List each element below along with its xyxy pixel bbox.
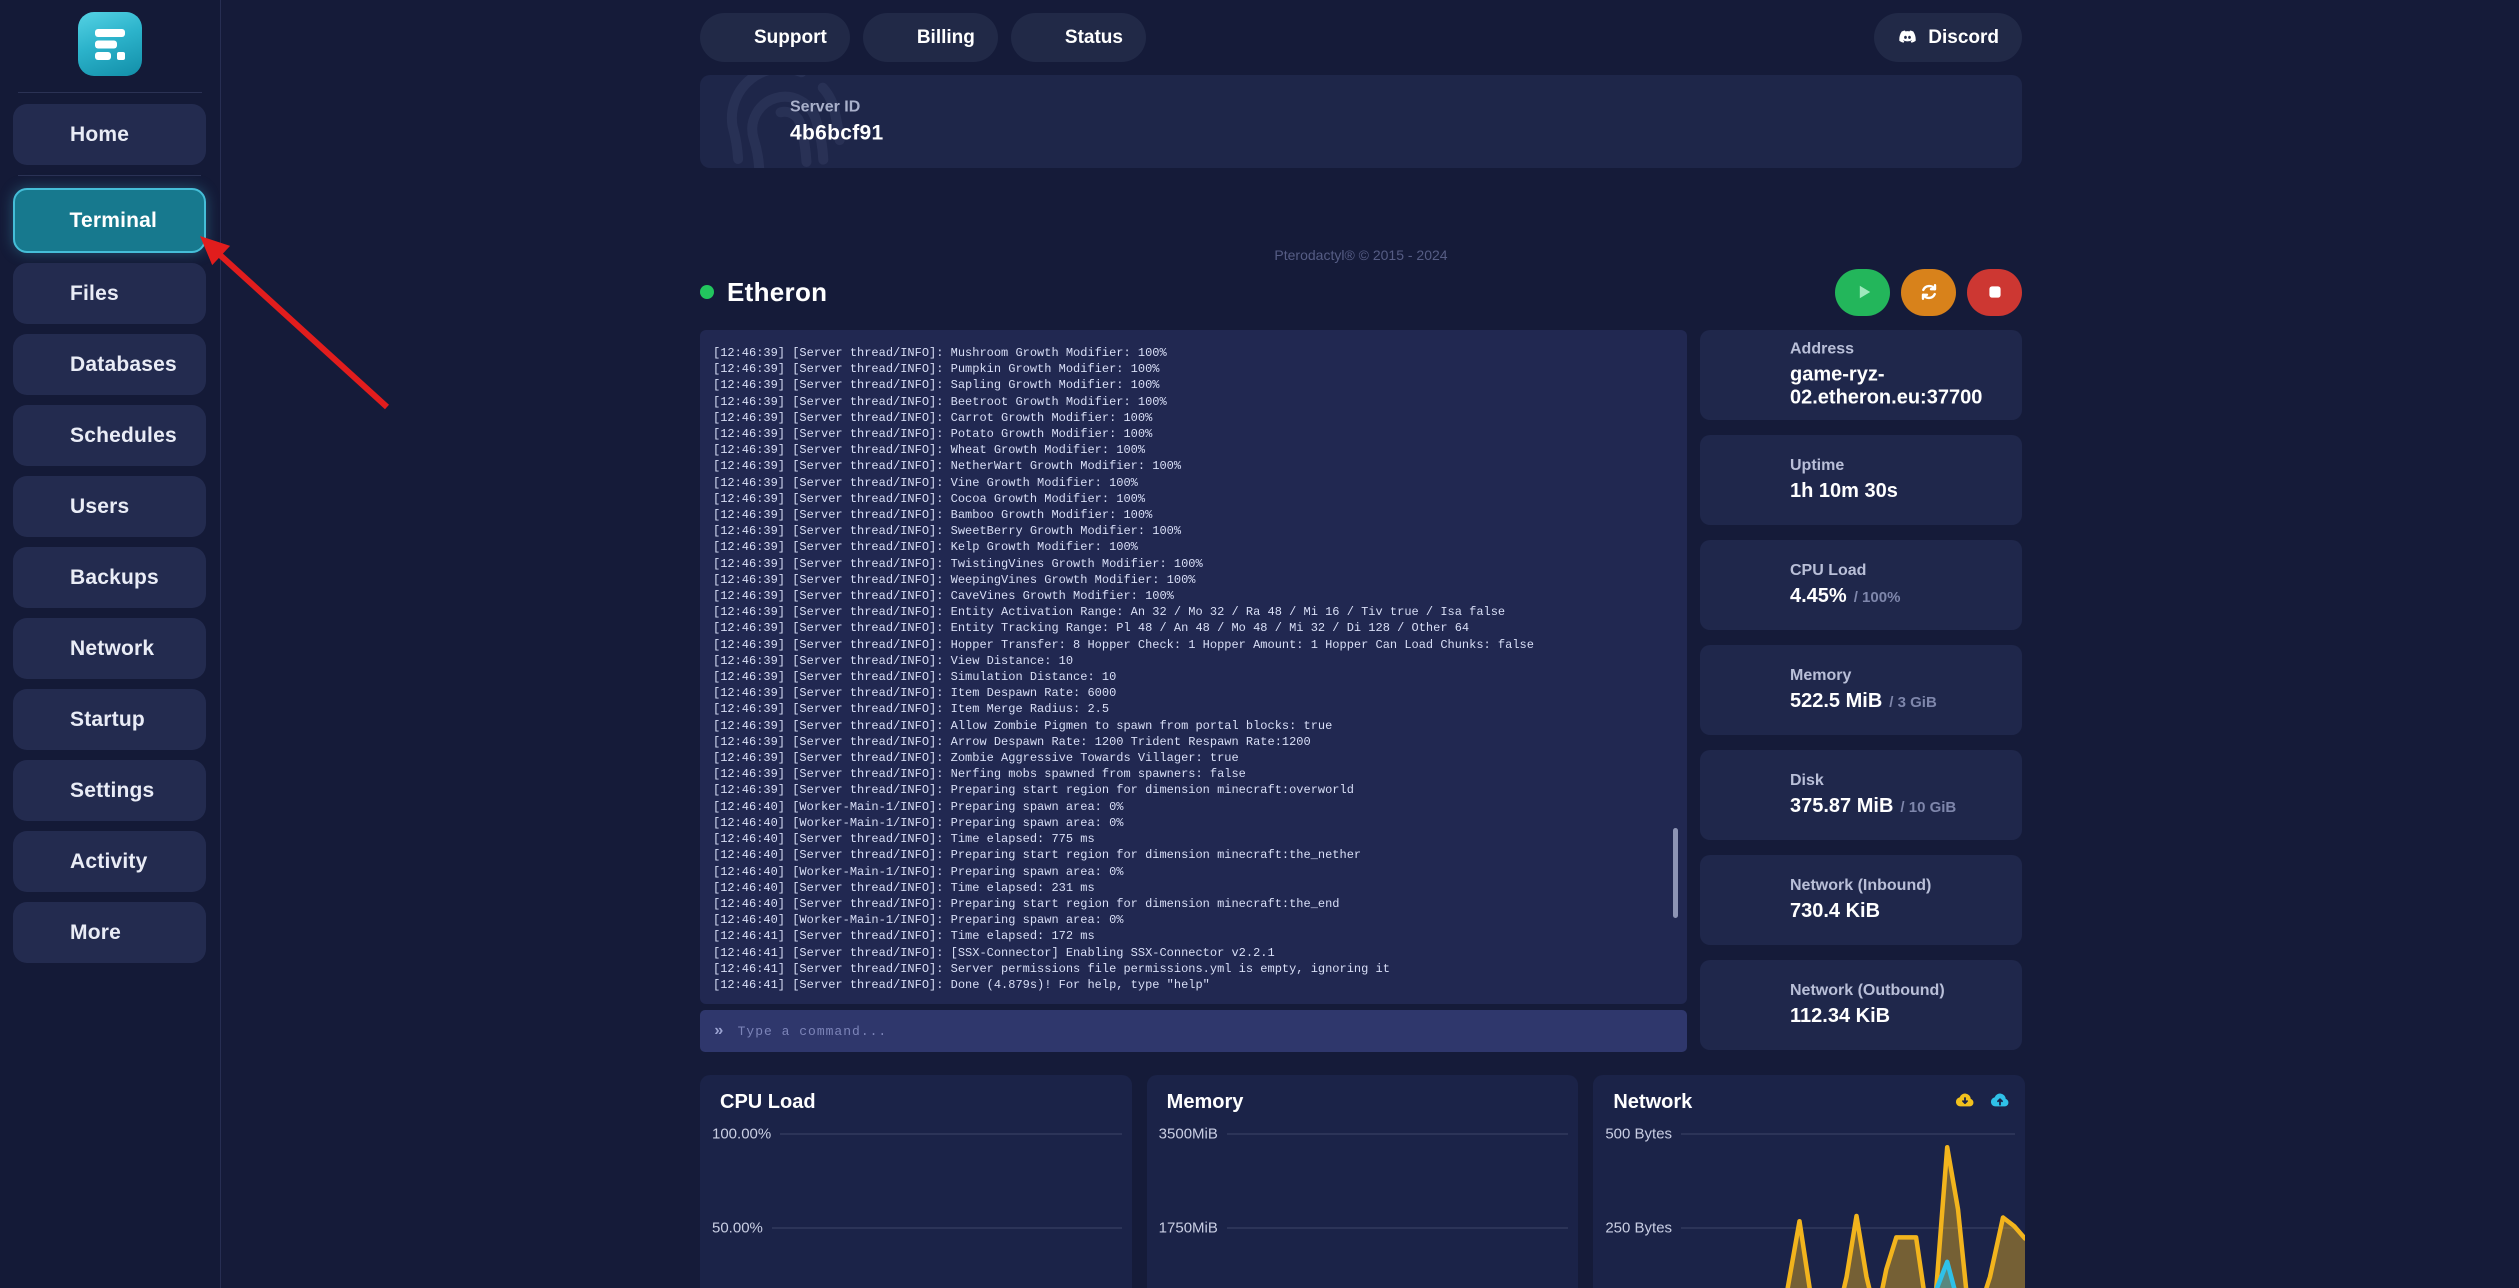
console-log-line: [12:46:40] [Server thread/INFO]: Time el… [713,880,1673,896]
console-log-line: [12:46:39] [Server thread/INFO]: Allow Z… [713,718,1673,734]
console-log-line: [12:46:40] [Worker-Main-1/INFO]: Prepari… [713,864,1673,880]
sidebar: Home Terminal Files [0,0,221,1288]
app-logo[interactable] [78,12,142,76]
restart-icon [1917,280,1941,304]
console-log-line: [12:46:40] [Server thread/INFO]: Prepari… [713,847,1673,863]
console-log-line: [12:46:39] [Server thread/INFO]: Sapling… [713,377,1673,393]
play-icon [1851,280,1875,304]
console-log-line: [12:46:39] [Server thread/INFO]: Prepari… [713,782,1673,798]
console-log-line: [12:46:39] [Server thread/INFO]: CaveVin… [713,588,1673,604]
stats-column: Address game-ryz-02.etheron.eu:37700 Upt… [1700,330,2022,1050]
server-id-value: 4b6bcf91 [790,121,883,145]
charts-row: CPU Load 100.00% 50.00% Memory 3500MiB 1… [700,1075,2025,1288]
memory-chart: Memory 3500MiB 1750MiB [1147,1075,1579,1288]
pterodactyl-panel: Home Terminal Files [0,0,2519,1288]
console-log: [12:46:39] [Server thread/INFO]: Mushroo… [700,330,1687,993]
server-id-label: Server ID [790,98,883,116]
command-prompt-icon: » [714,1022,724,1040]
console-log-line: [12:46:41] [Server thread/INFO]: Time el… [713,928,1673,944]
sidebar-divider [18,92,202,93]
sidebar-nav: Home Terminal Files [13,104,206,973]
restart-button[interactable] [1901,269,1956,316]
console-log-line: [12:46:39] [Server thread/INFO]: Bamboo … [713,507,1673,523]
console-log-line: [12:46:40] [Worker-Main-1/INFO]: Prepari… [713,815,1673,831]
console-log-line: [12:46:39] [Server thread/INFO]: Potato … [713,426,1673,442]
console-log-line: [12:46:39] [Server thread/INFO]: Pumpkin… [713,361,1673,377]
console-log-line: [12:46:39] [Server thread/INFO]: Beetroo… [713,394,1673,410]
console-log-line: [12:46:41] [Server thread/INFO]: Server … [713,961,1673,977]
console-log-line: [12:46:39] [Server thread/INFO]: NetherW… [713,458,1673,474]
sidebar-divider [18,175,201,176]
console-output[interactable]: [12:46:39] [Server thread/INFO]: Mushroo… [700,330,1687,1004]
cpu-load-chart: CPU Load 100.00% 50.00% [700,1075,1132,1288]
console-log-line: [12:46:39] [Server thread/INFO]: Simulat… [713,669,1673,685]
console-log-line: [12:46:40] [Worker-Main-1/INFO]: Prepari… [713,912,1673,928]
console-section: [12:46:39] [Server thread/INFO]: Mushroo… [700,330,1687,1052]
console-log-line: [12:46:39] [Server thread/INFO]: Hopper … [713,637,1673,653]
console-log-line: [12:46:41] [Server thread/INFO]: [SSX-Co… [713,945,1673,961]
console-log-line: [12:46:39] [Server thread/INFO]: Entity … [713,620,1673,636]
network-legend [1954,1089,2011,1111]
server-header: Etheron [700,266,2022,318]
console-log-line: [12:46:39] [Server thread/INFO]: Kelp Gr… [713,539,1673,555]
copyright-note: Pterodactyl® © 2015 - 2024 [700,247,2022,263]
console-log-line: [12:46:41] [Server thread/INFO]: Done (4… [713,977,1673,993]
server-name: Etheron [727,277,827,308]
console-log-line: [12:46:39] [Server thread/INFO]: Entity … [713,604,1673,620]
console-log-line: [12:46:40] [Worker-Main-1/INFO]: Prepari… [713,799,1673,815]
console-log-line: [12:46:39] [Server thread/INFO]: Wheat G… [713,442,1673,458]
console-scrollbar[interactable] [1673,828,1678,918]
chart-title: Memory [1167,1091,1244,1114]
console-log-line: [12:46:39] [Server thread/INFO]: Item De… [713,685,1673,701]
discord-button[interactable]: Discord [1874,13,2022,62]
console-log-line: [12:46:40] [Server thread/INFO]: Prepari… [713,896,1673,912]
console-log-line: [12:46:39] [Server thread/INFO]: SweetBe… [713,523,1673,539]
console-log-line: [12:46:39] [Server thread/INFO]: View Di… [713,653,1673,669]
console-log-line: [12:46:40] [Server thread/INFO]: Time el… [713,831,1673,847]
network-chart: Network 500 Bytes 250 Bytes [1593,1075,2025,1288]
console-log-line: [12:46:39] [Server thread/INFO]: Carrot … [713,410,1673,426]
stop-icon [1983,280,2007,304]
chart-title: Network [1613,1091,1692,1114]
console-log-line: [12:46:39] [Server thread/INFO]: Nerfing… [713,766,1673,782]
topbar-links: Support Billing Status [700,13,1146,62]
console-log-line: [12:46:39] [Server thread/INFO]: Mushroo… [713,345,1673,361]
console-log-line: [12:46:39] [Server thread/INFO]: Twistin… [713,556,1673,572]
discord-icon [1897,27,1918,48]
stop-button[interactable] [1967,269,2022,316]
console-log-line: [12:46:39] [Server thread/INFO]: Zombie … [713,750,1673,766]
command-input[interactable] [736,1023,1673,1040]
server-id-banner: Server ID 4b6bcf91 [700,75,2022,168]
power-controls [1835,269,2022,316]
chart-title: CPU Load [720,1091,816,1114]
console-log-line: [12:46:39] [Server thread/INFO]: Weeping… [713,572,1673,588]
command-bar: » [700,1010,1687,1052]
inbound-legend-icon[interactable] [1954,1089,1976,1111]
status-dot [700,285,714,299]
console-log-line: [12:46:39] [Server thread/INFO]: Item Me… [713,701,1673,717]
console-log-line: [12:46:39] [Server thread/INFO]: Arrow D… [713,734,1673,750]
start-button[interactable] [1835,269,1890,316]
console-log-line: [12:46:39] [Server thread/INFO]: Vine Gr… [713,475,1673,491]
logo-letter-e [90,24,130,64]
outbound-legend-icon[interactable] [1989,1089,2011,1111]
console-log-line: [12:46:39] [Server thread/INFO]: Cocoa G… [713,491,1673,507]
